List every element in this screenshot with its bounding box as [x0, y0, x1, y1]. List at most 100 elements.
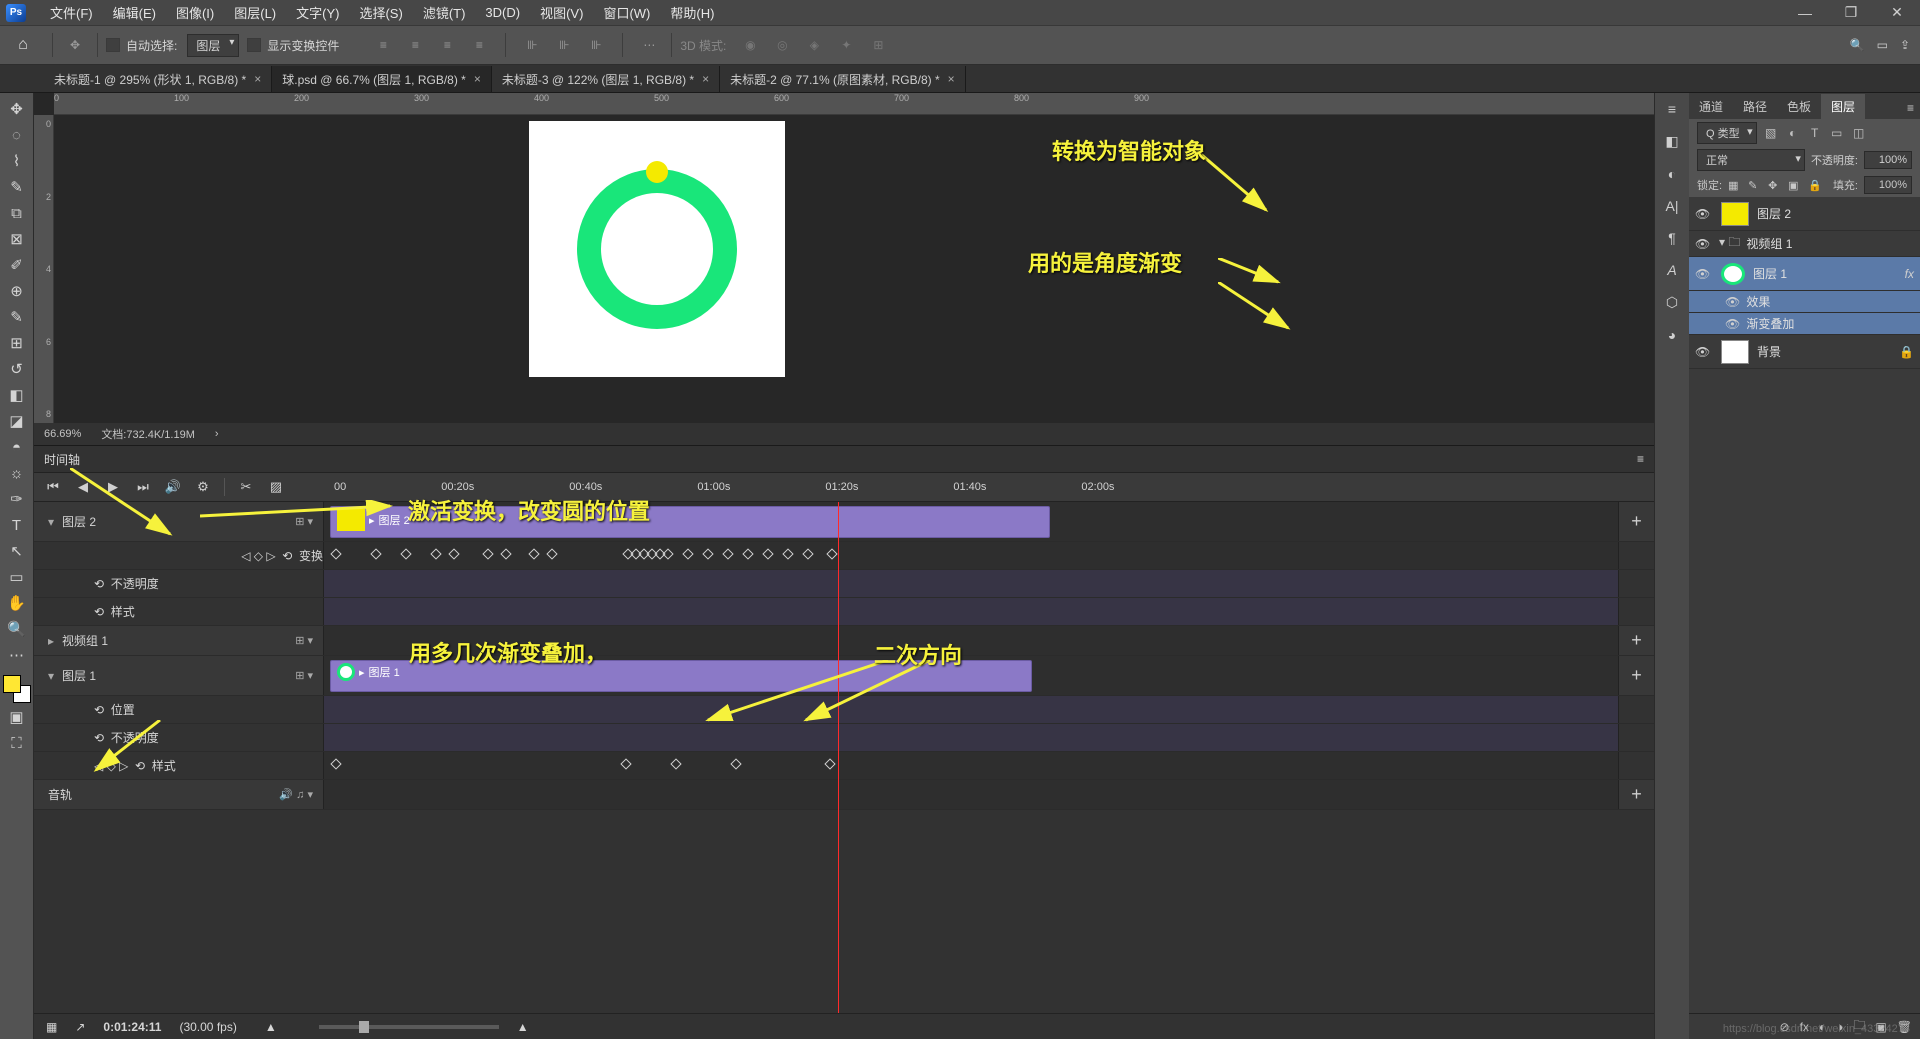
- expand-icon[interactable]: ▾: [48, 669, 54, 683]
- stamp-tool[interactable]: ⊞: [2, 331, 32, 355]
- window-restore[interactable]: ❐: [1828, 0, 1874, 25]
- color-swatch[interactable]: [3, 675, 31, 703]
- layer-effect-item[interactable]: 👁 渐变叠加: [1689, 313, 1920, 335]
- add-track-button[interactable]: +: [1618, 502, 1654, 541]
- more-icon[interactable]: ⋯: [637, 33, 661, 57]
- add-track-button[interactable]: +: [1618, 626, 1654, 655]
- frame-tool[interactable]: ⊠: [2, 227, 32, 251]
- doc-tab[interactable]: 未标题-2 @ 77.1% (原图素材, RGB/8) *×: [720, 66, 966, 92]
- menu-edit[interactable]: 编辑(E): [103, 0, 166, 25]
- blur-tool[interactable]: ◓: [2, 435, 32, 459]
- panel-menu-icon[interactable]: ≡: [1637, 452, 1644, 466]
- layer-effects-row[interactable]: 👁 效果: [1689, 291, 1920, 313]
- wand-tool[interactable]: ✎: [2, 175, 32, 199]
- lock-transparency-icon[interactable]: ▦: [1728, 179, 1742, 192]
- layer-row[interactable]: 👁 图层 2: [1689, 197, 1920, 231]
- lock-artboard-icon[interactable]: ▣: [1788, 179, 1802, 192]
- filter-shape-icon[interactable]: ▭: [1829, 125, 1845, 141]
- show-transform-checkbox[interactable]: [247, 38, 261, 52]
- brush-tool[interactable]: ✎: [2, 305, 32, 329]
- tab-layers[interactable]: 图层: [1821, 94, 1865, 119]
- filter-pixel-icon[interactable]: ▧: [1763, 125, 1779, 141]
- tab-swatches[interactable]: 色板: [1777, 94, 1821, 119]
- layer-thumb[interactable]: [1721, 340, 1749, 364]
- eraser-tool[interactable]: ◧: [2, 383, 32, 407]
- close-icon[interactable]: ×: [702, 72, 709, 86]
- menu-filter[interactable]: 滤镜(T): [413, 0, 476, 25]
- visibility-icon[interactable]: 👁: [1695, 345, 1713, 359]
- close-icon[interactable]: ×: [474, 72, 481, 86]
- share-icon[interactable]: ⇪: [1900, 38, 1910, 52]
- settings-icon[interactable]: ⚙: [194, 478, 212, 496]
- mute-icon[interactable]: 🔊: [164, 478, 182, 496]
- home-button[interactable]: ⌂: [10, 33, 36, 57]
- add-track-button[interactable]: +: [1618, 780, 1654, 809]
- more-tools[interactable]: ⋯: [2, 643, 32, 667]
- gradient-tool[interactable]: ◪: [2, 409, 32, 433]
- layer-name[interactable]: 图层 1: [1753, 265, 1787, 282]
- layer-thumb[interactable]: [1721, 263, 1745, 285]
- filter-type-icon[interactable]: T: [1807, 125, 1823, 141]
- play-icon[interactable]: ▶: [104, 478, 122, 496]
- transition-icon[interactable]: ▨: [267, 478, 285, 496]
- zoom-tool[interactable]: 🔍: [2, 617, 32, 641]
- menu-view[interactable]: 视图(V): [530, 0, 593, 25]
- visibility-icon[interactable]: 👁: [1695, 207, 1713, 221]
- doc-tab[interactable]: 球.psd @ 66.7% (图层 1, RGB/8) *×: [272, 66, 492, 92]
- menu-image[interactable]: 图像(I): [166, 0, 224, 25]
- visibility-icon[interactable]: 👁: [1725, 317, 1743, 331]
- menu-3d[interactable]: 3D(D): [475, 0, 530, 25]
- window-minimize[interactable]: —: [1782, 0, 1828, 25]
- time-ruler[interactable]: 0000:20s00:40s01:00s01:20s01:40s02:00s: [334, 481, 1114, 493]
- screenmode-tool[interactable]: ⛶: [2, 731, 32, 755]
- doc-tab[interactable]: 未标题-1 @ 295% (形状 1, RGB/8) *×: [44, 66, 272, 92]
- path-tool[interactable]: ↖: [2, 539, 32, 563]
- layer-thumb[interactable]: [1721, 202, 1749, 226]
- next-frame-icon[interactable]: ⏭: [134, 478, 152, 496]
- visibility-icon[interactable]: 👁: [1695, 267, 1713, 281]
- menu-window[interactable]: 窗口(W): [593, 0, 660, 25]
- close-icon[interactable]: ×: [948, 72, 955, 86]
- healing-tool[interactable]: ⊕: [2, 279, 32, 303]
- distribute-icon[interactable]: ⊪: [520, 33, 544, 57]
- fx-badge[interactable]: fx: [1905, 267, 1914, 281]
- layer-filter-dropdown[interactable]: Q 类型: [1697, 122, 1757, 144]
- align-icon[interactable]: ≡: [435, 33, 459, 57]
- search-icon[interactable]: 🔍: [1850, 38, 1865, 52]
- video-clip[interactable]: ▸ 图层 1: [330, 660, 1032, 692]
- eyedropper-tool[interactable]: ✐: [2, 253, 32, 277]
- panel-menu-icon[interactable]: ≡: [1901, 97, 1920, 119]
- layer-name[interactable]: 图层 2: [1757, 205, 1791, 222]
- history-brush-tool[interactable]: ↺: [2, 357, 32, 381]
- align-icon[interactable]: ≡: [467, 33, 491, 57]
- filter-adjust-icon[interactable]: ◐: [1785, 125, 1801, 141]
- pen-tool[interactable]: ✑: [2, 487, 32, 511]
- autoselect-checkbox[interactable]: [106, 38, 120, 52]
- color-panel-icon[interactable]: ◕: [1668, 327, 1676, 343]
- add-track-button[interactable]: +: [1618, 656, 1654, 695]
- menu-file[interactable]: 文件(F): [40, 0, 103, 25]
- visibility-icon[interactable]: 👁: [1695, 237, 1713, 251]
- quickmask-tool[interactable]: ▣: [2, 705, 32, 729]
- autoselect-target[interactable]: 图层: [187, 34, 239, 57]
- close-icon[interactable]: ×: [254, 72, 261, 86]
- frames-mode-icon[interactable]: ▦: [46, 1020, 57, 1034]
- char-panel-icon[interactable]: A|: [1666, 198, 1679, 214]
- blend-mode-dropdown[interactable]: 正常: [1697, 149, 1805, 171]
- zoom-slider[interactable]: [319, 1025, 499, 1029]
- layer-name[interactable]: 视频组 1: [1746, 235, 1792, 252]
- prev-frame-icon[interactable]: ◀: [74, 478, 92, 496]
- type-tool[interactable]: T: [2, 513, 32, 537]
- layer-row[interactable]: 👁 背景 🔒: [1689, 335, 1920, 369]
- filter-smart-icon[interactable]: ◫: [1851, 125, 1867, 141]
- menu-type[interactable]: 文字(Y): [286, 0, 349, 25]
- lasso-tool[interactable]: ⌇: [2, 149, 32, 173]
- lock-position-icon[interactable]: ✥: [1768, 179, 1782, 192]
- tab-paths[interactable]: 路径: [1733, 94, 1777, 119]
- workspace-icon[interactable]: ▭: [1877, 38, 1888, 52]
- dodge-tool[interactable]: ☼: [2, 461, 32, 485]
- window-close[interactable]: ✕: [1874, 0, 1920, 25]
- opacity-value[interactable]: 100%: [1864, 151, 1912, 169]
- 3d-panel-icon[interactable]: ⬡: [1666, 294, 1678, 311]
- menu-help[interactable]: 帮助(H): [660, 0, 724, 25]
